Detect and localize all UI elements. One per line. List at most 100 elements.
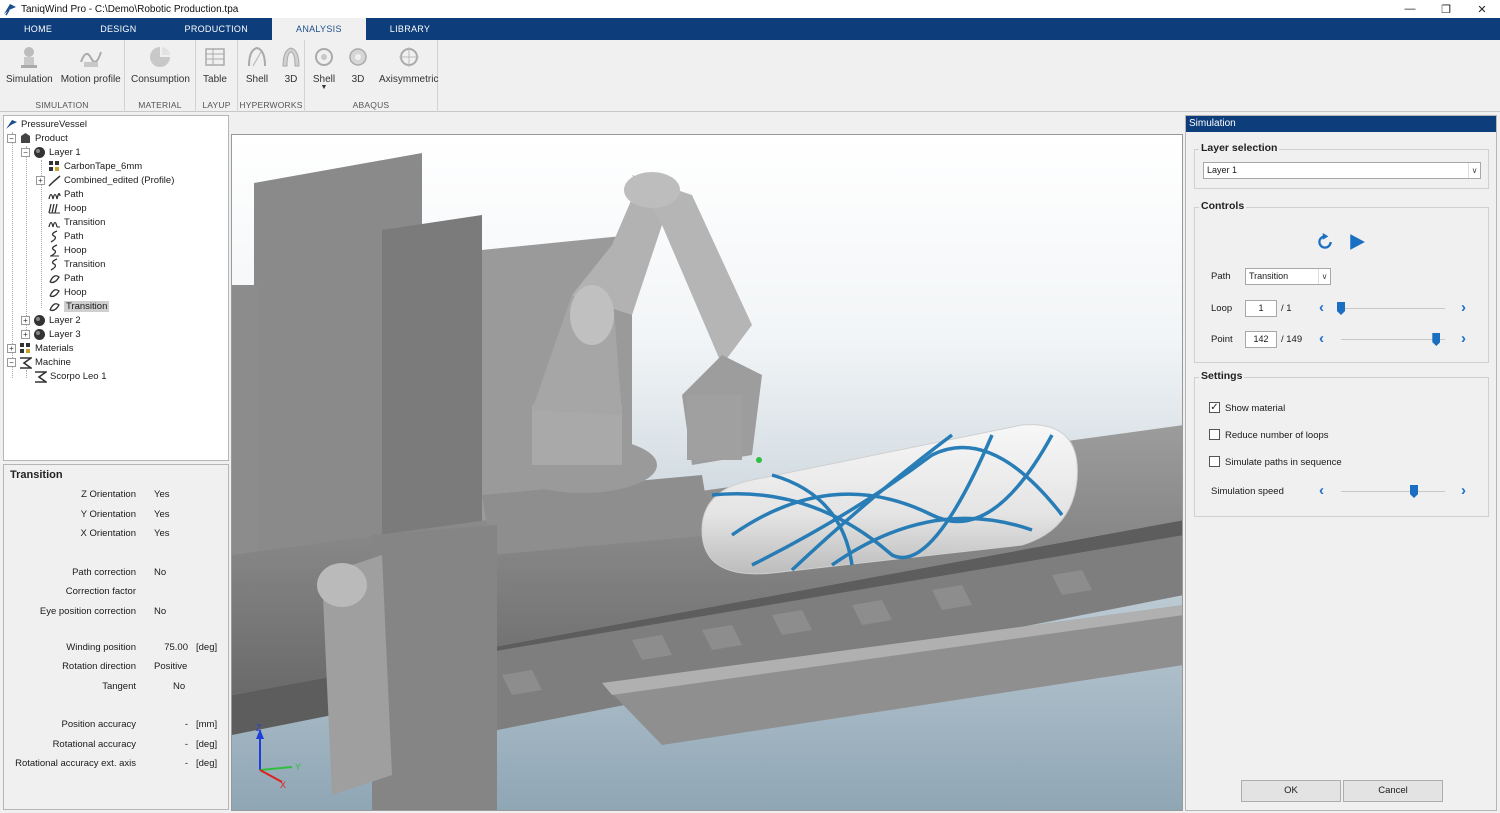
- axis-indicator: [256, 729, 293, 783]
- prop-row: Path correction No: [72, 567, 167, 578]
- show-material-checkbox[interactable]: ✓: [1209, 402, 1220, 413]
- point-input[interactable]: 142: [1245, 331, 1277, 348]
- tab-analysis[interactable]: ANALYSIS: [272, 18, 366, 40]
- loop-input[interactable]: 1: [1245, 300, 1277, 317]
- material-icon: [49, 160, 59, 171]
- tree-item-pressurevessel[interactable]: PressureVessel: [5, 117, 87, 131]
- tree-item-profile[interactable]: + Combined_edited (Profile): [36, 173, 174, 187]
- tree-item-product[interactable]: − Product: [7, 131, 68, 145]
- prop-row: Tangent No: [102, 681, 186, 692]
- expand-icon[interactable]: +: [21, 329, 30, 339]
- tree-item-transition[interactable]: Transition: [48, 257, 105, 271]
- prop-row: Winding position 75.00 [deg]: [66, 642, 218, 653]
- chevron-right-icon[interactable]: ›: [1461, 331, 1471, 346]
- settings-group: Settings ✓ Show material Reduce number o…: [1194, 370, 1489, 517]
- tree-item-hoop[interactable]: Hoop: [48, 285, 87, 299]
- tab-library[interactable]: LIBRARY: [366, 18, 454, 40]
- tab-design[interactable]: DESIGN: [76, 18, 160, 40]
- simulation-panel: Simulation Layer selection Layer 1 ∨ Con…: [1185, 115, 1497, 811]
- cancel-button[interactable]: Cancel: [1343, 780, 1443, 802]
- tab-home[interactable]: HOME: [0, 18, 76, 40]
- tree-item-carbontape[interactable]: CarbonTape_6mm: [48, 159, 142, 173]
- chevron-right-icon[interactable]: ›: [1461, 300, 1471, 315]
- tab-production[interactable]: PRODUCTION: [161, 18, 273, 40]
- tree-item-layer-1[interactable]: − Layer 1: [21, 145, 81, 159]
- layer-icon: [34, 146, 45, 158]
- minimize-icon[interactable]: —: [1392, 0, 1428, 18]
- hoop-icon: [50, 243, 59, 257]
- chevron-left-icon[interactable]: ‹: [1319, 331, 1329, 346]
- tree-item-path[interactable]: Path: [48, 271, 84, 285]
- motion-profile-icon: [79, 51, 102, 67]
- layer-selection-group: Layer selection Layer 1 ∨: [1194, 142, 1489, 189]
- point-label: Point: [1211, 334, 1233, 345]
- close-icon[interactable]: ✕: [1464, 0, 1500, 18]
- ribbon-tabs: HOME DESIGN PRODUCTION ANALYSIS LIBRARY: [0, 18, 1500, 40]
- expand-icon[interactable]: +: [36, 175, 45, 185]
- prop-row: Rotational accuracy ext. axis - [deg]: [15, 758, 218, 769]
- tree-item-scorpo-leo[interactable]: Scorpo Leo 1: [34, 369, 107, 383]
- tree-item-hoop[interactable]: Hoop: [48, 201, 87, 215]
- loop-slider-track[interactable]: [1341, 308, 1445, 309]
- table-icon: [205, 48, 225, 66]
- speed-slider-thumb[interactable]: [1410, 485, 1418, 498]
- materials-icon: [20, 342, 30, 353]
- abaqus-3d-icon: [349, 48, 367, 66]
- motion-profile-button[interactable]: Motion profile: [57, 44, 125, 96]
- path-select[interactable]: Transition ∨: [1245, 268, 1331, 285]
- shell-icon: [248, 46, 266, 67]
- expand-icon[interactable]: +: [21, 315, 30, 325]
- tree-item-machine[interactable]: − Machine: [7, 355, 71, 369]
- collapse-icon[interactable]: −: [7, 133, 16, 143]
- axisymmetric-button[interactable]: Axisymmetric: [375, 44, 442, 96]
- loop-slider-thumb[interactable]: [1337, 302, 1345, 315]
- point-slider-track[interactable]: [1341, 339, 1445, 340]
- prop-row: X Orientation Yes: [80, 528, 170, 539]
- collapse-icon[interactable]: −: [7, 357, 16, 367]
- title-bar: TaniqWind Pro - C:\Demo\Robotic Producti…: [0, 0, 1500, 18]
- window-title: TaniqWind Pro - C:\Demo\Robotic Producti…: [21, 3, 239, 15]
- hyperworks-shell-button[interactable]: Shell: [240, 44, 274, 96]
- ok-button[interactable]: OK: [1241, 780, 1341, 802]
- chevron-down-icon: ∨: [1318, 269, 1330, 284]
- chevron-left-icon[interactable]: ‹: [1319, 300, 1329, 315]
- restore-icon[interactable]: ❐: [1428, 0, 1464, 18]
- speed-slider-track[interactable]: [1341, 491, 1445, 492]
- layer-icon: [34, 314, 45, 326]
- hyperworks-3d-button[interactable]: 3D: [274, 44, 308, 96]
- layer-icon: [34, 328, 45, 340]
- ribbon-group-material: Consumption MATERIAL: [125, 40, 196, 112]
- machine-icon: [35, 370, 47, 383]
- simulation-button[interactable]: Simulation: [2, 44, 57, 96]
- consumption-button[interactable]: Consumption: [127, 44, 194, 96]
- abaqus-3d-button[interactable]: 3D: [341, 44, 375, 96]
- expand-icon[interactable]: +: [7, 343, 16, 353]
- layer-select[interactable]: Layer 1 ∨: [1203, 162, 1481, 179]
- abaqus-shell-button[interactable]: Shell ▼: [307, 44, 341, 96]
- tree-item-path[interactable]: Path: [48, 187, 84, 201]
- play-icon[interactable]: [1348, 233, 1366, 251]
- dropdown-arrow-icon[interactable]: ▼: [321, 84, 328, 91]
- axis-z-label: Z: [256, 723, 262, 733]
- tree-item-materials[interactable]: + Materials: [7, 341, 74, 355]
- ribbon-group-abaqus: Shell ▼ 3D Axisymmetric ABAQUS: [305, 40, 438, 112]
- table-button[interactable]: Table: [198, 44, 232, 96]
- point-slider-thumb[interactable]: [1432, 333, 1441, 346]
- reduce-loops-checkbox[interactable]: [1209, 429, 1220, 440]
- tree-item-transition-selected[interactable]: Transition: [48, 299, 110, 313]
- 3d-viewport[interactable]: Z Y X: [231, 134, 1183, 811]
- axisymmetric-icon: [398, 47, 419, 67]
- properties-panel: Transition Z Orientation Yes Y Orientatio…: [3, 464, 229, 810]
- chevron-right-icon[interactable]: ›: [1461, 483, 1471, 498]
- tree-item-path[interactable]: Path: [48, 229, 84, 243]
- tree-item-hoop[interactable]: Hoop: [48, 243, 87, 257]
- loop-label: Loop: [1211, 303, 1233, 314]
- simulate-sequence-checkbox[interactable]: [1209, 456, 1220, 467]
- ribbon-group-hyperworks: Shell 3D HYPERWORKS: [238, 40, 305, 112]
- collapse-icon[interactable]: −: [21, 147, 30, 157]
- tree-item-transition[interactable]: Transition: [48, 215, 105, 229]
- chevron-left-icon[interactable]: ‹: [1319, 483, 1329, 498]
- reset-icon[interactable]: [1316, 233, 1334, 251]
- tree-item-layer-3[interactable]: + Layer 3: [21, 327, 81, 341]
- tree-item-layer-2[interactable]: + Layer 2: [21, 313, 81, 327]
